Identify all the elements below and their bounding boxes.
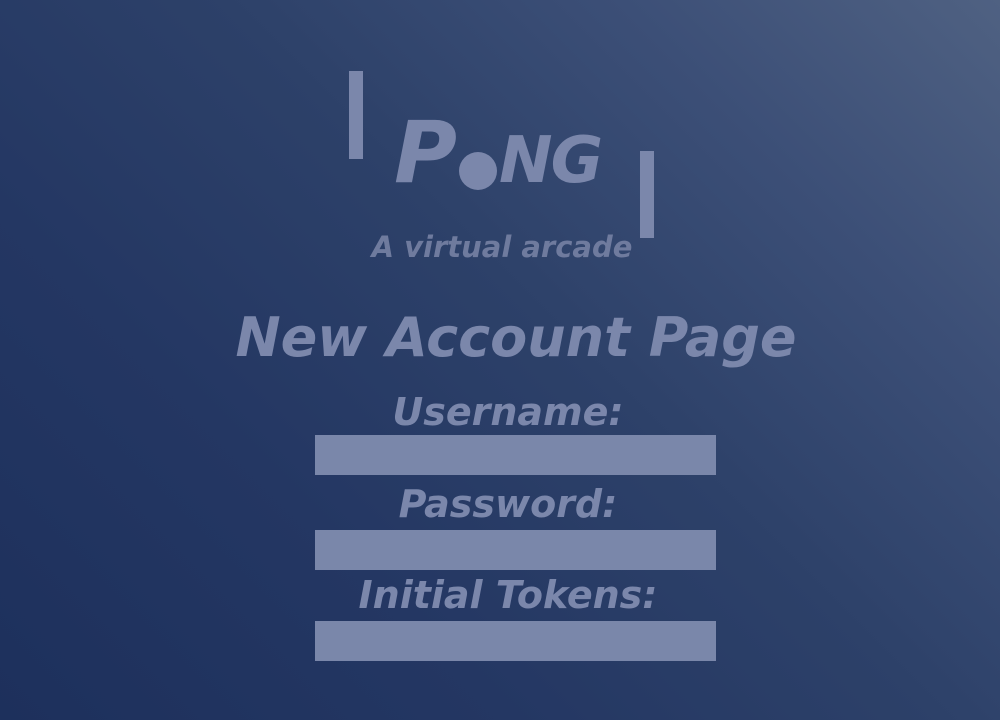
password-input[interactable]: [315, 530, 716, 570]
pong-logo: P NG: [394, 103, 603, 203]
logo-letter-p: P: [394, 103, 457, 203]
username-input[interactable]: [315, 435, 716, 475]
right-paddle-decoration: [640, 151, 654, 238]
username-label: Username:: [392, 390, 624, 434]
initial-tokens-input[interactable]: [315, 621, 716, 661]
initial-tokens-label: Initial Tokens:: [358, 573, 658, 617]
left-paddle-decoration: [349, 71, 363, 159]
ball-icon: [459, 152, 498, 190]
logo-letters-ng: NG: [499, 124, 603, 198]
page-title: New Account Page: [235, 306, 797, 369]
tagline: A virtual arcade: [371, 230, 633, 264]
password-label: Password:: [398, 482, 618, 526]
